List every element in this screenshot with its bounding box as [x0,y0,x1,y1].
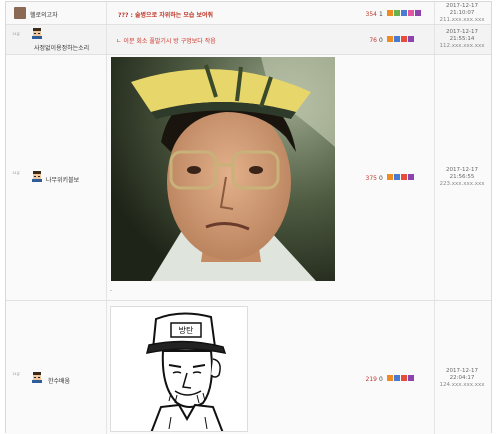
block-button[interactable] [408,10,414,16]
post-ip: 223.xxx.xxx.xxx [439,181,485,187]
post-ip: 211.xxx.xxx.xxx [439,17,485,23]
post-date: 2017-12-17 [446,29,478,35]
post-date: 2017-12-17 [446,167,478,173]
share-button[interactable] [394,10,400,16]
post-time: 21:55:14 [449,36,475,42]
share-button[interactable] [394,174,400,180]
action-buttons [387,375,427,382]
user-nickname[interactable]: 한수배움 [48,376,70,385]
report-button[interactable] [401,10,407,16]
comment-image[interactable]: 방탄 [110,306,248,432]
recommend-count: 219 [365,376,377,383]
comment-count: 0 [379,175,383,182]
post-date: 2017-12-17 [446,3,478,9]
recommend-button[interactable] [387,10,393,16]
age-badge: 14살 [12,32,20,36]
user-avatar[interactable] [31,171,43,182]
user-nickname[interactable]: 헬로의고자 [30,10,58,19]
age-badge: 14살 [12,171,20,175]
post-ip: 124.xxx.xxx.xxx [439,382,485,388]
recommend-count: 76 [369,37,377,44]
comment-row: 14살 나무위키블보 . 375 0 2017-12-17 21:56:55 2… [6,55,491,301]
action-buttons [387,10,427,17]
comment-row: 헬로의고자 ??? : 술병으로 자위하는 모습 보여줘 354 1 2017-… [6,2,491,25]
comment-count: 1 [379,11,383,18]
recommend-button[interactable] [387,174,393,180]
share-button[interactable] [394,375,400,381]
age-badge: 14살 [12,372,20,376]
comment-board: 헬로의고자 ??? : 술병으로 자위하는 모습 보여줘 354 1 2017-… [5,1,492,434]
comment-title[interactable]: ??? : 술병으로 자위하는 모습 보여줘 [118,10,213,19]
user-avatar[interactable] [31,28,43,39]
report-button[interactable] [401,36,407,42]
post-datetime: 2017-12-17 22:04:17 124.xxx.xxx.xxx [434,368,490,389]
user-avatar[interactable] [31,372,43,383]
more-button[interactable] [415,10,421,16]
comment-count: 0 [379,376,383,383]
comment-row: 14살 사정없이용정하는소리 ㄴ 이분 회소 풀발기시 방 구멍보다 작음 76… [6,25,491,55]
user-nickname[interactable]: 나무위키블보 [46,175,79,184]
post-date: 2017-12-17 [446,368,478,374]
recommend-count: 375 [365,175,377,182]
post-time: 21:10:07 [449,10,475,16]
action-buttons [387,36,427,43]
recommend-count: 354 [365,11,377,18]
action-buttons [387,174,427,181]
comment-title[interactable]: ㄴ 이분 회소 풀발기시 방 구멍보다 작음 [116,36,216,45]
user-avatar[interactable] [14,7,26,19]
post-datetime: 2017-12-17 21:56:55 223.xxx.xxx.xxx [434,167,490,188]
comment-image[interactable] [111,57,335,281]
cap-text: 방탄 [179,325,194,335]
comment-extra-text: . [110,286,112,293]
post-time: 22:04:17 [449,375,475,381]
recommend-button[interactable] [387,36,393,42]
more-button[interactable] [408,36,414,42]
post-datetime: 2017-12-17 21:10:07 211.xxx.xxx.xxx [434,3,490,24]
user-nickname[interactable]: 사정없이용정하는소리 [34,43,89,52]
post-time: 21:56:55 [449,174,475,180]
post-ip: 112.xxx.xxx.xxx [439,43,485,49]
recommend-button[interactable] [387,375,393,381]
report-button[interactable] [401,375,407,381]
share-button[interactable] [394,36,400,42]
comment-count: 0 [379,37,383,44]
report-button[interactable] [401,174,407,180]
comment-row: 14살 한수배움 방탄 219 0 2017-12-17 22:04:17 12… [6,301,491,434]
more-button[interactable] [408,375,414,381]
post-datetime: 2017-12-17 21:55:14 112.xxx.xxx.xxx [434,29,490,50]
more-button[interactable] [408,174,414,180]
